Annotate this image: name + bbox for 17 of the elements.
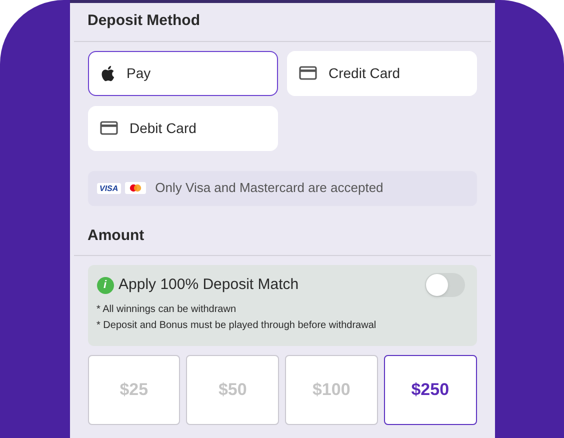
bonus-label: Apply 100% Deposit Match <box>118 274 299 295</box>
credit-card-icon <box>298 66 316 80</box>
credit-card-icon <box>100 121 118 135</box>
payment-method-button[interactable]: Debit Card <box>88 106 278 150</box>
payment-method-button[interactable]: Pay <box>88 50 278 96</box>
terms-text: * Deposit and Bonus must be played through before withdrawal <box>96 319 378 333</box>
info-icon: i <box>96 276 114 294</box>
payment-method-button[interactable]: Credit Card <box>286 50 476 96</box>
section-title: Deposit Method <box>86 11 201 31</box>
amount-option-button[interactable]: $250 <box>384 355 476 425</box>
mastercard-logo <box>125 182 146 194</box>
apple-icon <box>100 64 114 82</box>
visa-logo: VISA <box>96 182 122 194</box>
section-title: Amount <box>86 226 146 246</box>
terms-text: * All winnings can be withdrawn <box>96 303 238 317</box>
notice-text: Only Visa and Mastercard are accepted <box>155 179 384 198</box>
toggle-switch[interactable] <box>424 273 464 297</box>
